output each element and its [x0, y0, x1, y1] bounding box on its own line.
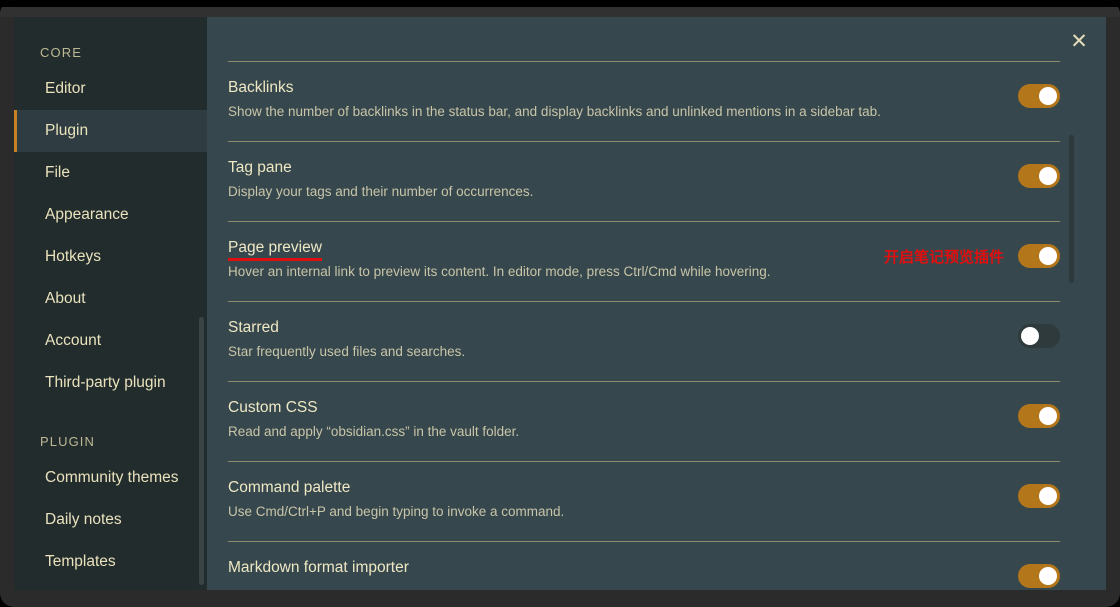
sidebar-heading-core: CORE	[40, 45, 82, 60]
setting-row: Backlinks Show the number of backlinks in…	[228, 61, 1060, 141]
toggle-knob	[1021, 327, 1039, 345]
setting-toggle[interactable]	[1018, 84, 1060, 108]
sidebar-item-plugin[interactable]: Plugin	[14, 110, 207, 152]
setting-control-group: 开启笔记预览插件	[884, 238, 1060, 268]
sidebar-item-hotkeys[interactable]: Hotkeys	[14, 236, 207, 278]
sidebar-item-third-party-plugin[interactable]: Third-party plugin	[14, 362, 207, 404]
setting-toggle[interactable]	[1018, 324, 1060, 348]
setting-control-group	[1018, 158, 1060, 188]
window-frame-top	[0, 7, 1120, 17]
sidebar-item-appearance[interactable]: Appearance	[14, 194, 207, 236]
sidebar-heading-plugin: PLUGIN	[40, 434, 96, 449]
sidebar-item-templates[interactable]: Templates	[14, 541, 207, 583]
setting-name: Tag pane	[228, 159, 292, 176]
setting-description: Hover an internal link to preview its co…	[228, 264, 771, 279]
setting-text-block: Starred Star frequently used files and se…	[228, 318, 465, 361]
setting-row: Custom CSS Read and apply “obsidian.css” …	[228, 381, 1060, 461]
setting-row: Page preview Hover an internal link to pr…	[228, 221, 1060, 301]
sidebar-item-account[interactable]: Account	[14, 320, 207, 362]
toggle-knob	[1039, 167, 1057, 185]
sidebar-item-community-themes[interactable]: Community themes	[14, 457, 207, 499]
setting-toggle[interactable]	[1018, 564, 1060, 588]
setting-description: Star frequently used files and searches.	[228, 344, 466, 359]
annotation-label: 开启笔记预览插件	[883, 248, 1004, 266]
setting-control-group	[1018, 558, 1060, 588]
setting-name: Page preview	[228, 239, 322, 261]
setting-description: Display your tags and their number of oc…	[228, 184, 534, 199]
setting-text-block: Tag pane Display your tags and their numb…	[228, 158, 533, 201]
settings-modal: CORE Editor Plugin File Appearance Hotkeys Abo…	[14, 17, 1106, 590]
content-scrollbar[interactable]	[1069, 135, 1074, 283]
sidebar-item-file[interactable]: File	[14, 152, 207, 194]
setting-row: Command palette Use Cmd/Ctrl+P and begin …	[228, 461, 1060, 541]
setting-control-group	[1018, 318, 1060, 348]
setting-text-block: Page preview Hover an internal link to pr…	[228, 238, 771, 281]
setting-name: Custom CSS	[228, 399, 318, 416]
app-window: CORE Editor Plugin File Appearance Hotkeys Abo…	[0, 0, 1120, 607]
sidebar-item-editor[interactable]: Editor	[14, 68, 207, 110]
setting-toggle[interactable]	[1018, 404, 1060, 428]
window-titlebar	[0, 0, 1120, 7]
setting-description: Use Cmd/Ctrl+P and begin typing to invok…	[228, 504, 565, 519]
setting-toggle[interactable]	[1018, 164, 1060, 188]
setting-toggle[interactable]	[1018, 244, 1060, 268]
setting-text-block: Command palette Use Cmd/Ctrl+P and begin …	[228, 478, 564, 521]
setting-text-block: Markdown format importer	[228, 558, 409, 583]
setting-name: Markdown format importer	[228, 559, 409, 576]
close-icon[interactable]: ✕	[1064, 26, 1094, 56]
toggle-knob	[1039, 247, 1057, 265]
setting-control-group	[1018, 398, 1060, 428]
setting-name: Command palette	[228, 479, 351, 496]
sidebar-item-about[interactable]: About	[14, 278, 207, 320]
sidebar-item-daily-notes[interactable]: Daily notes	[14, 499, 207, 541]
setting-description: Show the number of backlinks in the stat…	[228, 104, 881, 119]
setting-name: Starred	[228, 319, 279, 336]
setting-control-group	[1018, 78, 1060, 108]
setting-name: Backlinks	[228, 79, 294, 96]
toggle-knob	[1039, 407, 1057, 425]
toggle-knob	[1039, 487, 1057, 505]
setting-row: Starred Star frequently used files and se…	[228, 301, 1060, 381]
setting-toggle[interactable]	[1018, 484, 1060, 508]
toggle-knob	[1039, 87, 1057, 105]
settings-content-pane: ✕ Backlinks Show the number of backlinks …	[207, 17, 1106, 590]
settings-list: Backlinks Show the number of backlinks in…	[207, 17, 1106, 590]
setting-text-block: Custom CSS Read and apply “obsidian.css” …	[228, 398, 519, 441]
settings-sidebar: CORE Editor Plugin File Appearance Hotkeys Abo…	[14, 17, 207, 590]
sidebar-scrollbar[interactable]	[199, 317, 204, 585]
setting-control-group	[1018, 478, 1060, 508]
setting-row: Markdown format importer	[228, 541, 1060, 590]
setting-row: Tag pane Display your tags and their numb…	[228, 141, 1060, 221]
setting-text-block: Backlinks Show the number of backlinks in…	[228, 78, 881, 121]
setting-description: Read and apply “obsidian.css” in the vau…	[228, 424, 520, 439]
toggle-knob	[1039, 567, 1057, 585]
